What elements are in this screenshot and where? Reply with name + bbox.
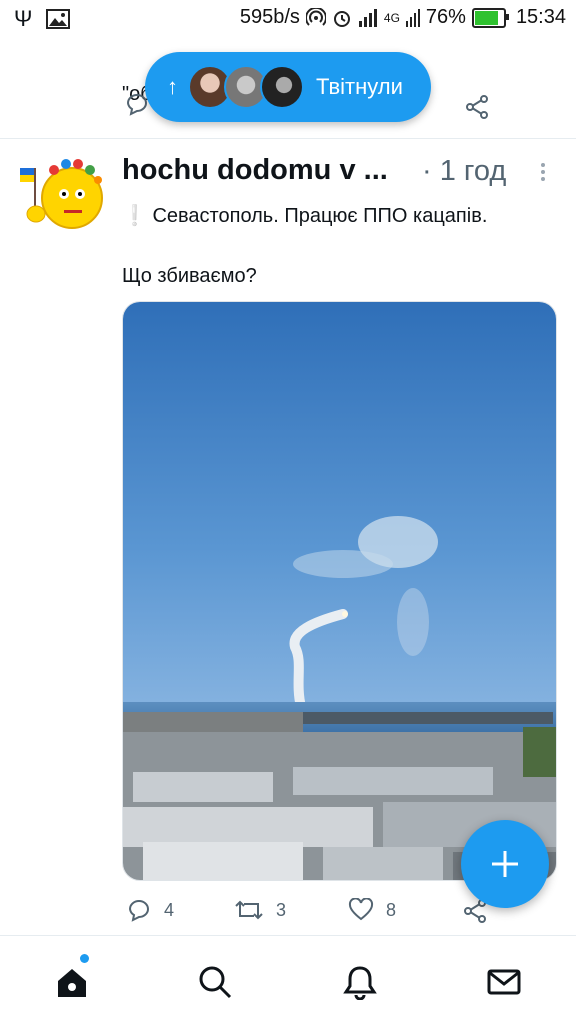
author-name[interactable]: hochu dodomu v ... — [122, 154, 388, 187]
usb-icon: Ψ — [14, 6, 33, 31]
home-icon[interactable] — [54, 964, 90, 1000]
compose-tweet-button[interactable] — [461, 820, 549, 908]
tweet-text-line: ❕ Севастополь. Працює ППО кацапів. — [122, 203, 487, 228]
hotspot-icon — [305, 7, 326, 26]
notifications-icon[interactable] — [342, 964, 378, 1000]
bottom-nav — [0, 935, 576, 1025]
search-icon[interactable] — [197, 964, 233, 1000]
retweet-count: 3 — [276, 899, 287, 920]
battery-icon — [471, 7, 509, 28]
notification-dot — [80, 954, 89, 963]
heart-icon — [348, 898, 374, 921]
retweet-icon — [235, 900, 263, 920]
photo-content — [123, 302, 556, 880]
reply-count: 4 — [164, 899, 175, 920]
messages-icon[interactable] — [486, 964, 522, 1000]
plus-icon — [492, 851, 518, 877]
reply-icon — [128, 900, 149, 922]
tweet-time[interactable]: · 1 год — [422, 155, 506, 188]
signal-icon — [358, 8, 377, 27]
more-options-icon[interactable] — [538, 160, 548, 184]
image-icon — [46, 9, 71, 29]
network-type: 4G — [383, 10, 400, 25]
tweet-text: Севастополь. Працює ППО кацапів. — [152, 205, 488, 227]
clock: 15:34 — [515, 6, 566, 28]
avatar — [260, 65, 304, 109]
battery-percent: 76% — [425, 6, 466, 28]
alarm-icon — [333, 10, 350, 27]
arrow-up-icon: ↑ — [167, 74, 178, 99]
divider — [0, 138, 576, 139]
exclamation-emoji: ❕ — [122, 205, 147, 227]
tweet-text-line: Що збиваємо? — [122, 265, 257, 287]
like-count: 8 — [386, 899, 397, 920]
retweet-button[interactable]: 3 — [234, 898, 286, 922]
avatar[interactable] — [18, 152, 106, 240]
like-button[interactable]: 8 — [348, 898, 396, 922]
status-bar: Ψ 595b/s 4G 76% 15:34 — [0, 0, 576, 38]
new-tweets-pill[interactable]: ↑ Твітнули — [145, 52, 431, 122]
net-speed: 595b/s — [239, 6, 300, 28]
reply-button[interactable]: 4 — [126, 898, 174, 922]
share-icon[interactable] — [464, 94, 490, 120]
tweet-photo[interactable] — [122, 301, 557, 881]
new-tweets-label: Твітнули — [316, 74, 403, 99]
signal-icon-2 — [405, 8, 420, 27]
